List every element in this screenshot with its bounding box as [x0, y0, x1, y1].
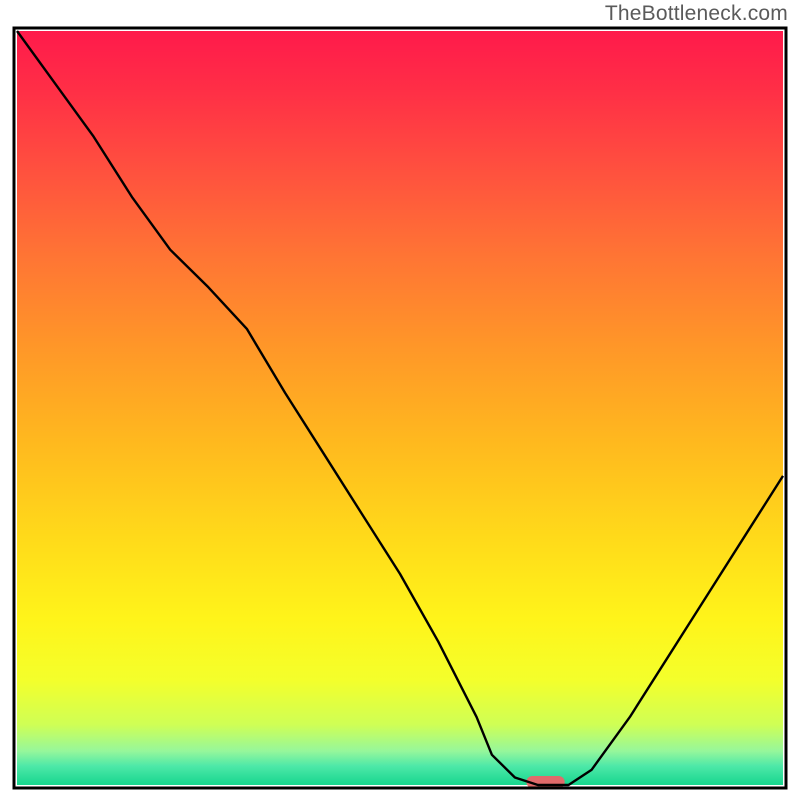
- watermark-text: TheBottleneck.com: [605, 2, 788, 26]
- chart-svg: [0, 0, 800, 800]
- bottleneck-chart: [0, 0, 800, 800]
- chart-background-gradient: [17, 31, 783, 785]
